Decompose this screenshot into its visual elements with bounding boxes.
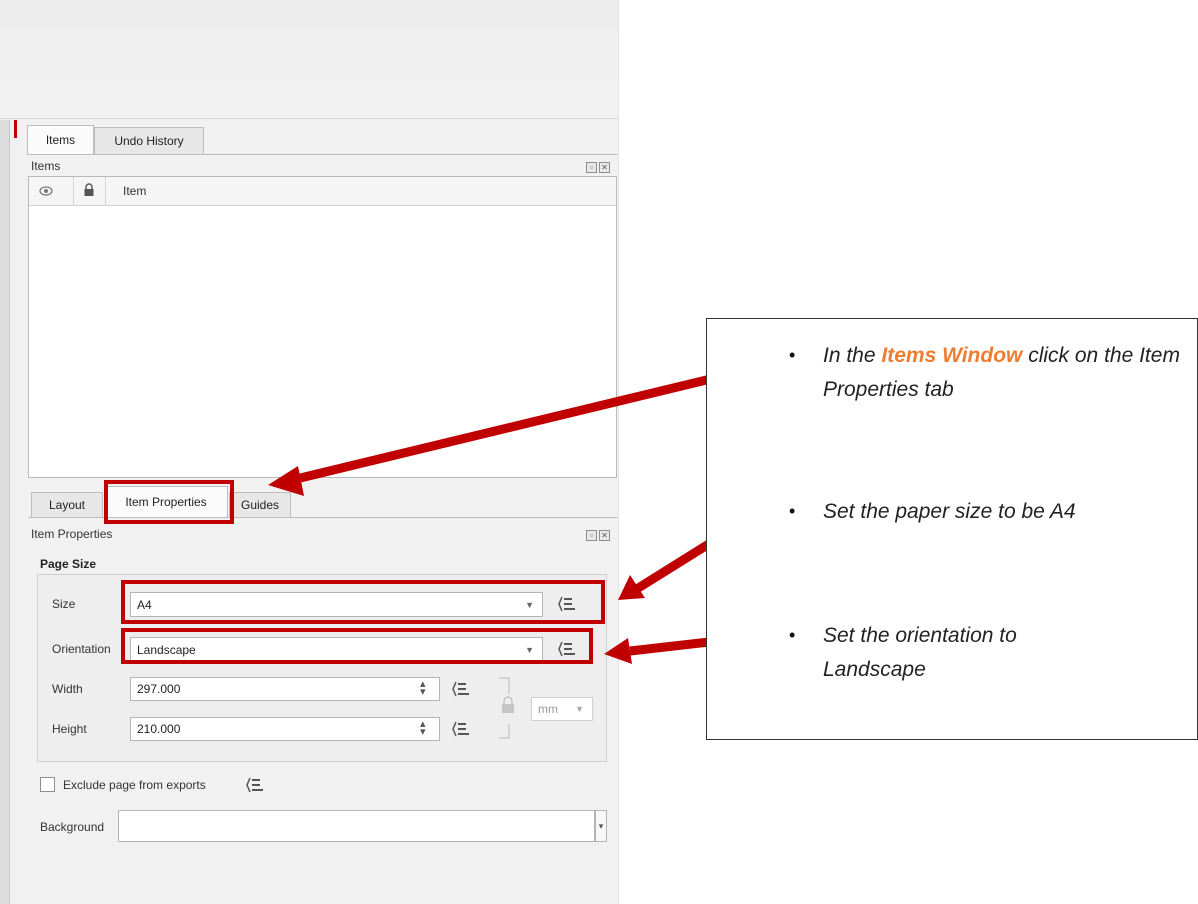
- arrowhead-3: [604, 638, 632, 664]
- bullet-1: •: [789, 345, 796, 365]
- instruction-callout: • In the Items Window click on the Item …: [706, 318, 1198, 740]
- instruction-3: Set the orientation to Landscape: [823, 624, 1017, 681]
- instruction-2: Set the paper size to be A4: [823, 500, 1076, 523]
- bullet-2: •: [789, 501, 796, 521]
- arrow-to-item-properties-tab: [290, 364, 754, 485]
- instruction-1-pre: In the: [823, 344, 882, 367]
- bullet-3: •: [789, 625, 796, 645]
- instruction-1-highlight: Items Window: [881, 344, 1023, 367]
- arrowhead-1: [268, 466, 304, 496]
- instruction-1: In the Items Window click on the Item Pr…: [823, 339, 1183, 407]
